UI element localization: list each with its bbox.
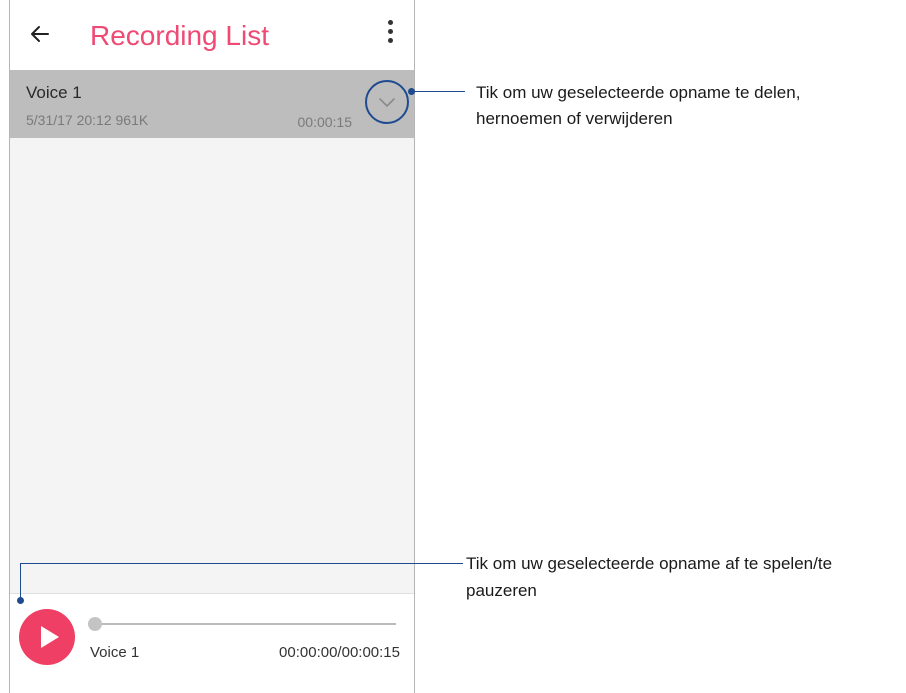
arrow-left-icon[interactable] [28, 22, 52, 46]
callout-line [20, 563, 463, 564]
callout-share-rename-delete: Tik om uw geselecteerde opname te delen,… [476, 83, 801, 128]
player-track-name: Voice 1 [90, 644, 140, 661]
recorder-screen: Recording List Voice 1 5/31/17 20:12 961… [9, 0, 415, 693]
play-button[interactable] [19, 609, 75, 665]
app-bar: Recording List [10, 0, 414, 70]
callout-line [20, 563, 21, 599]
callout-play-pause-line2: pauzeren [466, 581, 537, 600]
list-item-recording[interactable]: Voice 1 5/31/17 20:12 961K 00:00:15 [10, 70, 414, 138]
seek-thumb[interactable] [88, 617, 102, 631]
play-icon [41, 626, 59, 648]
callout-play-pause-line1: Tik om uw geselecteerde opname af te spe… [466, 554, 833, 573]
player-time: 00:00:00/00:00:15 [279, 644, 400, 661]
player-bar: Voice 1 00:00:00/00:00:15 [10, 593, 414, 693]
expand-options-button[interactable] [365, 80, 409, 124]
recording-duration: 00:00:15 [297, 114, 353, 130]
recording-meta: 5/31/17 20:12 961K [26, 112, 149, 128]
chevron-down-icon [379, 98, 395, 107]
callout-line [413, 91, 465, 92]
more-vertical-icon[interactable] [384, 20, 396, 50]
seek-bar[interactable] [94, 623, 396, 625]
page-title: Recording List [90, 20, 269, 51]
recording-name: Voice 1 [26, 83, 82, 102]
